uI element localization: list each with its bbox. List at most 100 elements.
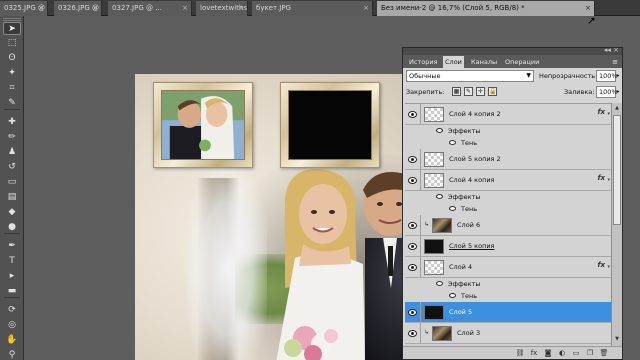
panel-tab[interactable]: История	[407, 56, 439, 68]
eye-icon[interactable]	[408, 222, 417, 229]
document-tab[interactable]: lovetextwithswans copy.png×	[196, 1, 248, 16]
panel-tab[interactable]: Слои	[443, 56, 464, 68]
lock-transparency-icon[interactable]: ▦	[452, 87, 461, 96]
blend-mode-select[interactable]: Обычные ▼	[406, 70, 534, 82]
layer-style-icon[interactable]: fx	[529, 349, 539, 358]
lasso-icon[interactable]: ʘ	[3, 52, 21, 65]
link-layers-icon[interactable]: ⛓	[515, 349, 525, 358]
document-tab[interactable]: 0327.JPG @ ... ×	[108, 1, 192, 16]
layer-row[interactable]: Слой 5 копия	[405, 236, 611, 257]
path-selection-icon[interactable]: ▸	[3, 270, 21, 283]
healing-brush-icon[interactable]: ✚	[3, 116, 21, 129]
eye-icon[interactable]	[408, 330, 417, 337]
layer-effects-icon[interactable]: fx	[597, 261, 605, 269]
scroll-down-icon[interactable]: ▼	[613, 335, 621, 344]
eye-icon[interactable]	[408, 243, 417, 250]
mouse-cursor-icon: ➚	[587, 14, 597, 27]
panel-collapse-close-icon[interactable]: ◂◂ ×	[604, 46, 619, 54]
zoom-icon[interactable]: ⚲	[3, 349, 21, 360]
layer-effects-icon[interactable]: fx	[597, 108, 605, 116]
layer-row[interactable]: Слой 5 копия 2	[405, 149, 611, 170]
type-icon[interactable]: T	[3, 255, 21, 268]
effect-eye-icon[interactable]	[449, 206, 456, 211]
lock-all-icon[interactable]: 🔒	[488, 87, 497, 96]
hand-icon[interactable]: ✋	[3, 334, 21, 347]
effects-label: Эффекты	[448, 280, 481, 288]
layer-row[interactable]: Слой 4 fx ▾	[405, 257, 611, 278]
panel-title-bar[interactable]: ◂◂ ×	[403, 46, 622, 55]
close-icon[interactable]: ×	[92, 1, 98, 15]
delete-layer-icon[interactable]: 🗑	[599, 349, 609, 358]
layers-scrollbar[interactable]: ▲ ▼	[611, 103, 622, 346]
scrollbar-thumb[interactable]	[613, 115, 621, 225]
expand-effects-icon[interactable]: ▾	[607, 264, 610, 270]
lock-position-icon[interactable]: ✛	[476, 87, 485, 96]
close-icon[interactable]: ×	[363, 1, 369, 15]
tools-panel-grip[interactable]	[3, 18, 21, 21]
effect-eye-icon[interactable]	[436, 281, 443, 286]
panel-tab[interactable]: Каналы	[469, 56, 499, 68]
expand-effects-icon[interactable]: ▾	[607, 111, 610, 117]
marquee-icon[interactable]: ⬚	[3, 37, 21, 50]
visibility-column-divider	[420, 302, 421, 322]
layer-row[interactable]: Слой 5	[405, 302, 611, 323]
history-brush-icon[interactable]: ↺	[3, 161, 21, 174]
eye-icon[interactable]	[408, 309, 417, 316]
close-icon[interactable]: ×	[38, 1, 44, 15]
layer-row[interactable]: ↳ Слой 6	[405, 215, 611, 236]
new-layer-icon[interactable]: ❐	[585, 349, 595, 358]
effect-eye-icon[interactable]	[436, 194, 443, 199]
clone-stamp-icon[interactable]: ♟	[3, 146, 21, 159]
panel-tab[interactable]: Операции	[503, 56, 541, 68]
eraser-icon[interactable]: ▭	[3, 176, 21, 189]
layer-effects-icon[interactable]: fx	[597, 174, 605, 182]
close-icon[interactable]: ×	[238, 1, 244, 15]
magic-wand-icon[interactable]: ✦	[3, 67, 21, 80]
document-tab[interactable]: 0325.JPG @ ...×	[0, 1, 48, 16]
effects-group-row[interactable]: Эффекты	[405, 125, 611, 137]
move-icon[interactable]: ➤	[3, 22, 21, 35]
layer-mask-icon[interactable]: ◙	[543, 349, 553, 358]
layer-row[interactable]: ↳ Слой 3	[405, 323, 611, 344]
effect-name: Тень	[461, 292, 478, 300]
scroll-up-icon[interactable]: ▲	[613, 104, 621, 113]
opacity-input[interactable]: 100%	[596, 70, 618, 82]
layer-row[interactable]: Слой 4 копия fx ▾	[405, 170, 611, 191]
crop-icon[interactable]: ⌗	[3, 82, 21, 95]
document-tab[interactable]: букет.JPG ×	[252, 1, 373, 16]
effect-eye-icon[interactable]	[449, 140, 456, 145]
opacity-dropdown-icon[interactable]: ▸	[615, 70, 621, 82]
layer-row[interactable]: Слой 4 копия 2 fx ▾	[405, 104, 611, 125]
effect-item-row[interactable]: Тень	[405, 290, 611, 302]
eye-icon[interactable]	[408, 156, 417, 163]
effects-group-row[interactable]: Эффекты	[405, 278, 611, 290]
adjustment-layer-icon[interactable]: ◐	[557, 349, 567, 358]
new-group-icon[interactable]: ▭	[571, 349, 581, 358]
pen-icon[interactable]: ✒	[3, 240, 21, 253]
expand-effects-icon[interactable]: ▾	[607, 177, 610, 183]
effect-name: Тень	[461, 205, 478, 213]
fill-dropdown-icon[interactable]: ▸	[615, 86, 621, 98]
effect-item-row[interactable]: Тень	[405, 203, 611, 215]
close-icon[interactable]: ×	[182, 1, 188, 15]
close-icon[interactable]: ×	[585, 1, 591, 15]
bridal-veil-image	[187, 164, 267, 360]
eye-icon[interactable]	[408, 264, 417, 271]
effects-group-row[interactable]: Эффекты	[405, 191, 611, 203]
lock-pixels-icon[interactable]: ✎	[464, 87, 473, 96]
document-tab[interactable]: Без имени-2 @ 16,7% (Слой 5, RGB/8) * ×	[377, 1, 595, 16]
effect-item-row[interactable]: Тень	[405, 137, 611, 149]
fill-input[interactable]: 100%	[596, 86, 618, 98]
eye-icon[interactable]	[408, 177, 417, 184]
document-tab[interactable]: 0326.JPG @ ...×	[54, 1, 102, 16]
blur-icon[interactable]: ◆	[3, 206, 21, 219]
gradient-icon[interactable]: ▤	[3, 191, 21, 204]
effect-eye-icon[interactable]	[449, 293, 456, 298]
effect-eye-icon[interactable]	[436, 128, 443, 133]
brush-icon[interactable]: ✏	[3, 131, 21, 144]
eye-icon[interactable]	[408, 111, 417, 118]
3d-rotate-icon[interactable]: ⟳	[3, 304, 21, 317]
document-canvas[interactable]	[135, 74, 429, 360]
panel-menu-icon[interactable]: ≡	[612, 56, 618, 68]
3d-orbit-icon[interactable]: ◎	[3, 319, 21, 332]
